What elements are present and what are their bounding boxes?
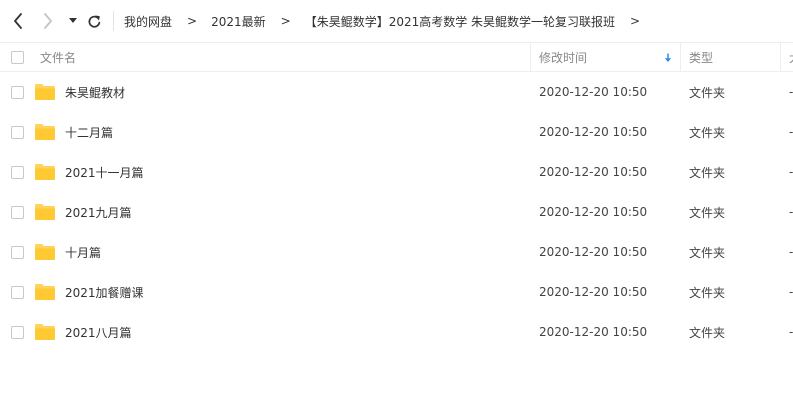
row-checkbox-cell — [11, 272, 24, 312]
row-checkbox-cell — [11, 152, 24, 192]
file-size: - — [789, 325, 793, 339]
back-button[interactable] — [8, 11, 28, 31]
file-name[interactable]: 朱昊鲲教材 — [65, 72, 125, 112]
folder-icon — [34, 112, 56, 152]
forward-button[interactable] — [38, 11, 58, 31]
file-name[interactable]: 十二月篇 — [65, 112, 113, 152]
arrow-right-icon — [44, 13, 52, 29]
row-checkbox-cell — [11, 312, 24, 352]
column-divider[interactable] — [530, 43, 531, 71]
arrow-left-icon — [14, 13, 22, 29]
file-list: 朱昊鲲教材 2020-12-20 10:50 文件夹 - 十二月篇 2020-1… — [0, 72, 793, 352]
breadcrumb-separator: > — [187, 14, 198, 28]
file-modified: 2020-12-20 10:50 — [539, 285, 648, 299]
file-modified: 2020-12-20 10:50 — [539, 205, 648, 219]
file-size: - — [789, 165, 793, 179]
refresh-button[interactable] — [83, 11, 105, 31]
row-checkbox-cell — [11, 232, 24, 272]
file-size: - — [789, 205, 793, 219]
breadcrumb-item-my-drive[interactable]: 我的网盘 — [124, 13, 172, 30]
row-checkbox[interactable] — [11, 245, 24, 259]
table-row[interactable]: 2021加餐赠课 2020-12-20 10:50 文件夹 - — [0, 272, 793, 312]
column-divider[interactable] — [780, 43, 781, 71]
breadcrumb-separator: > — [280, 14, 291, 28]
row-checkbox[interactable] — [11, 125, 24, 139]
sort-arrow-down-icon[interactable] — [664, 52, 672, 66]
row-checkbox[interactable] — [11, 85, 24, 99]
folder-icon — [34, 312, 56, 352]
column-divider[interactable] — [680, 43, 681, 71]
file-size: - — [789, 245, 793, 259]
file-modified: 2020-12-20 10:50 — [539, 325, 648, 339]
folder-icon — [34, 152, 56, 192]
file-size: - — [789, 85, 793, 99]
select-all-checkbox-cell — [11, 43, 24, 71]
file-list-header: 文件名 修改时间 类型 大 — [0, 42, 793, 72]
row-checkbox-cell — [11, 112, 24, 152]
file-modified: 2020-12-20 10:50 — [539, 165, 648, 179]
row-checkbox[interactable] — [11, 205, 24, 219]
column-header-name[interactable]: 文件名 — [40, 43, 76, 71]
breadcrumb-item-current-folder[interactable]: 【朱昊鲲数学】2021高考数学 朱昊鲲数学一轮复习联报班 — [305, 13, 615, 30]
table-row[interactable]: 十月篇 2020-12-20 10:50 文件夹 - — [0, 232, 793, 272]
file-name[interactable]: 十月篇 — [65, 232, 101, 272]
table-row[interactable]: 2021八月篇 2020-12-20 10:50 文件夹 - — [0, 312, 793, 352]
caret-down-icon — [69, 18, 77, 23]
row-checkbox[interactable] — [11, 165, 24, 179]
folder-icon — [34, 232, 56, 272]
file-browser: 我的网盘 > 2021最新 > 【朱昊鲲数学】2021高考数学 朱昊鲲数学一轮复… — [0, 0, 793, 400]
file-modified: 2020-12-20 10:50 — [539, 125, 648, 139]
select-all-checkbox[interactable] — [11, 50, 24, 64]
row-checkbox-cell — [11, 192, 24, 232]
folder-icon — [34, 272, 56, 312]
navigation-bar: 我的网盘 > 2021最新 > 【朱昊鲲数学】2021高考数学 朱昊鲲数学一轮复… — [0, 0, 793, 42]
table-row[interactable]: 十二月篇 2020-12-20 10:50 文件夹 - — [0, 112, 793, 152]
file-type: 文件夹 — [689, 245, 726, 260]
table-row[interactable]: 朱昊鲲教材 2020-12-20 10:50 文件夹 - — [0, 72, 793, 112]
table-row[interactable]: 2021十一月篇 2020-12-20 10:50 文件夹 - — [0, 152, 793, 192]
file-name[interactable]: 2021九月篇 — [65, 192, 132, 232]
file-type: 文件夹 — [689, 85, 726, 100]
breadcrumb: 我的网盘 > 2021最新 > 【朱昊鲲数学】2021高考数学 朱昊鲲数学一轮复… — [124, 0, 654, 42]
file-type: 文件夹 — [689, 165, 726, 180]
column-header-modified[interactable]: 修改时间 — [539, 43, 587, 71]
history-dropdown-button[interactable] — [66, 11, 80, 31]
file-modified: 2020-12-20 10:50 — [539, 245, 648, 259]
folder-icon — [34, 72, 56, 112]
column-header-type[interactable]: 类型 — [689, 43, 713, 71]
file-name[interactable]: 2021十一月篇 — [65, 152, 144, 192]
breadcrumb-separator: > — [630, 14, 641, 28]
file-type: 文件夹 — [689, 205, 726, 220]
file-type: 文件夹 — [689, 125, 726, 140]
table-row[interactable]: 2021九月篇 2020-12-20 10:50 文件夹 - — [0, 192, 793, 232]
file-type: 文件夹 — [689, 325, 726, 340]
refresh-icon — [88, 15, 100, 28]
folder-icon — [34, 192, 56, 232]
breadcrumb-item-2021-latest[interactable]: 2021最新 — [211, 13, 266, 30]
row-checkbox[interactable] — [11, 325, 24, 339]
column-header-size[interactable]: 大 — [789, 43, 793, 71]
file-size: - — [789, 285, 793, 299]
file-name[interactable]: 2021加餐赠课 — [65, 272, 144, 312]
file-type: 文件夹 — [689, 285, 726, 300]
nav-divider — [113, 11, 114, 31]
file-name[interactable]: 2021八月篇 — [65, 312, 132, 352]
file-size: - — [789, 125, 793, 139]
file-modified: 2020-12-20 10:50 — [539, 85, 648, 99]
row-checkbox[interactable] — [11, 285, 24, 299]
row-checkbox-cell — [11, 72, 24, 112]
